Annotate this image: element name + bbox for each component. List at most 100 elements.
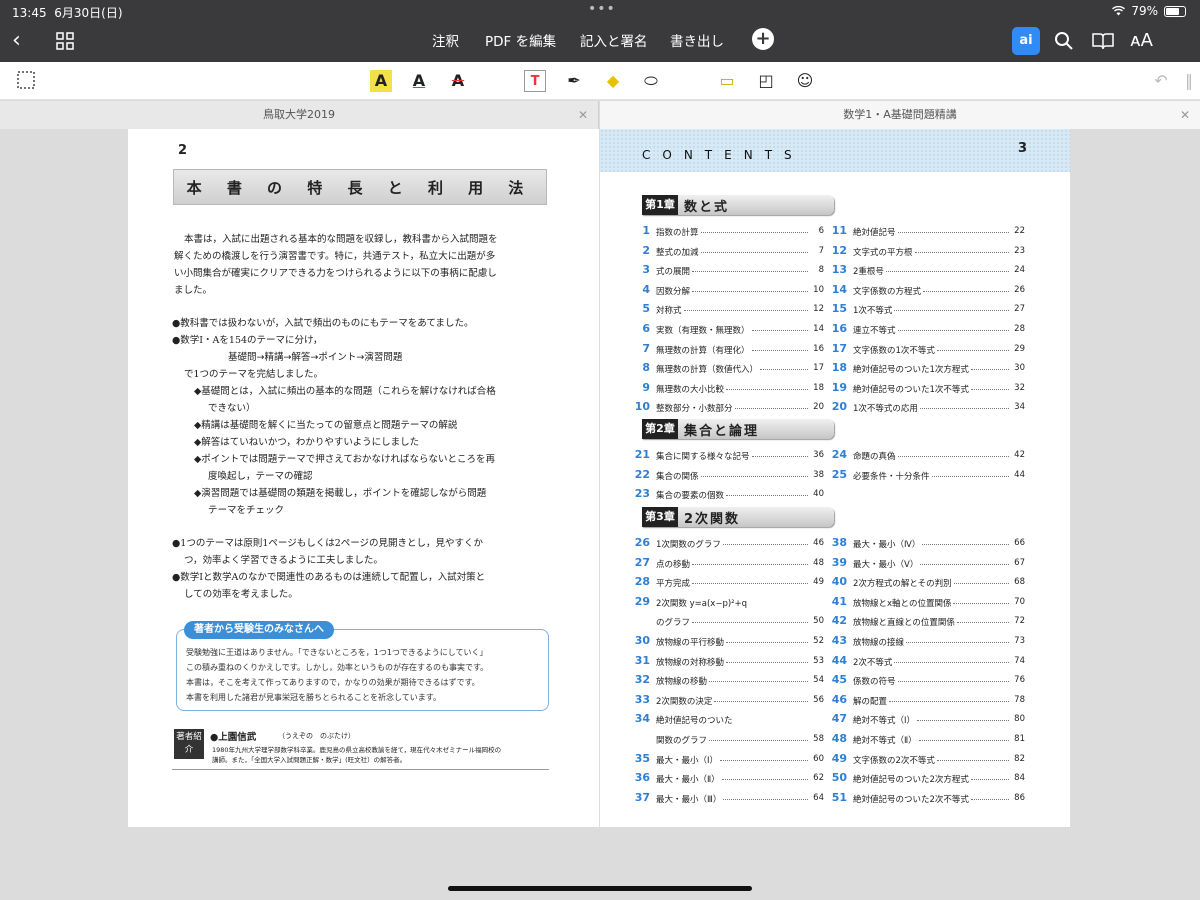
toc-entry[interactable]: 3 式の展開 8: [628, 263, 824, 280]
toc-entry[interactable]: 43 放物線の接線 73: [825, 634, 1025, 651]
add-plus-icon[interactable]: +: [752, 28, 774, 50]
highlighter-icon[interactable]: ◆: [602, 70, 624, 92]
shape-icon[interactable]: ◰: [755, 70, 777, 92]
toc-entry[interactable]: 27 点の移動 48: [628, 556, 824, 573]
annotate-tab[interactable]: 注釈: [432, 30, 459, 50]
toc-entry[interactable]: 35 最大・最小（Ⅰ） 60: [628, 752, 824, 769]
toc-title: 絶対不等式（Ⅰ）: [853, 716, 916, 727]
toc-entry[interactable]: 8 無理数の計算（数値代入） 17: [628, 361, 824, 378]
toc-entry[interactable]: 29 2次関数 y=a(x−p)²+q: [628, 595, 824, 612]
toc-entry[interactable]: 44 2次不等式 74: [825, 654, 1025, 671]
toc-entry[interactable]: 50 絶対値記号のついた2次方程式 84: [825, 771, 1025, 788]
toc-entry[interactable]: 10 整数部分・小数部分 20: [628, 400, 824, 417]
toc-entry[interactable]: 31 放物線の対称移動 53: [628, 654, 824, 671]
left-page[interactable]: 2 本 書 の 特 長 と 利 用 法 本書は，入試に出題される基本的な問題を収…: [128, 129, 599, 827]
toc-entry[interactable]: 22 集合の関係 38: [628, 468, 824, 485]
toc-entry[interactable]: 32 放物線の移動 54: [628, 673, 824, 690]
toolbar-handle-icon[interactable]: ‖: [1178, 70, 1200, 92]
toc-title: 文字係数の方程式: [853, 286, 922, 297]
back-chevron-icon[interactable]: ‹: [12, 30, 21, 52]
toc-entry[interactable]: 5 対称式 12: [628, 302, 824, 319]
toc-title: 絶対値記号のついた1次不等式: [853, 384, 969, 395]
toc-entry[interactable]: のグラフ 50: [628, 614, 824, 631]
undo-icon[interactable]: ↶: [1150, 70, 1172, 92]
toc-entry[interactable]: 6 実数（有理数・無理数） 14: [628, 322, 824, 339]
selection-marquee-icon[interactable]: [16, 70, 38, 92]
toc-entry[interactable]: 12 文字式の平方根 23: [825, 244, 1025, 261]
toc-entry[interactable]: 40 2次方程式の解とその判別 68: [825, 575, 1025, 592]
toc-entry[interactable]: 47 絶対不等式（Ⅰ） 80: [825, 712, 1025, 729]
pen-icon[interactable]: ✒: [563, 70, 585, 92]
search-icon[interactable]: [1054, 31, 1074, 51]
toc-entry[interactable]: 46 解の配置 78: [825, 693, 1025, 710]
toc-leader: [692, 563, 808, 565]
toc-entry[interactable]: 51 絶対値記号のついた2次不等式 86: [825, 791, 1025, 808]
toc-entry[interactable]: 45 係数の符号 76: [825, 673, 1025, 690]
toc-entry[interactable]: 16 連立不等式 28: [825, 322, 1025, 339]
close-tab-left-icon[interactable]: ✕: [578, 101, 588, 129]
toc-entry[interactable]: 11 絶対値記号 22: [825, 224, 1025, 241]
book-icon[interactable]: [1092, 32, 1114, 50]
comment-icon[interactable]: ▭: [716, 70, 738, 92]
highlight-text-icon[interactable]: A: [370, 70, 392, 92]
toc-entry[interactable]: 4 因数分解 10: [628, 283, 824, 300]
toc-entry[interactable]: 20 1次不等式の応用 34: [825, 400, 1025, 417]
toc-entry[interactable]: 13 2重根号 24: [825, 263, 1025, 280]
toc-entry[interactable]: 26 1次関数のグラフ 46: [628, 536, 824, 553]
close-tab-right-icon[interactable]: ✕: [1180, 101, 1190, 129]
toc-entry[interactable]: 39 最大・最小（Ⅴ） 67: [825, 556, 1025, 573]
sticker-icon[interactable]: ☺: [794, 70, 816, 92]
eraser-icon[interactable]: ⬭: [640, 70, 662, 92]
toc-leader: [898, 681, 1009, 683]
toc-entry[interactable]: 7 無理数の計算（有理化） 16: [628, 342, 824, 359]
nav-bar: ‹ 注釈 PDF を編集 記入と署名 書き出し + ai ᴀA: [0, 22, 1200, 62]
toc-entry[interactable]: 23 集合の要素の個数 40: [628, 487, 824, 504]
toc-entry[interactable]: 36 最大・最小（Ⅱ） 62: [628, 771, 824, 788]
tab-right-document[interactable]: 数学1・A基礎問題精講 ✕: [600, 101, 1200, 129]
text-box-icon[interactable]: T: [524, 70, 546, 92]
toc-entry[interactable]: 15 1次不等式 27: [825, 302, 1025, 319]
toc-entry[interactable]: 17 文字係数の1次不等式 29: [825, 342, 1025, 359]
toc-entry[interactable]: 9 無理数の大小比較 18: [628, 381, 824, 398]
toc-entry[interactable]: 48 絶対不等式（Ⅱ） 81: [825, 732, 1025, 749]
author-badge: 著者紹介: [174, 729, 204, 759]
text-size-icon[interactable]: ᴀA: [1130, 31, 1153, 51]
grid-view-icon[interactable]: [56, 32, 74, 50]
toc-entry[interactable]: 38 最大・最小（Ⅳ） 66: [825, 536, 1025, 553]
toc-entry[interactable]: 25 必要条件・十分条件 44: [825, 468, 1025, 485]
toc-entry[interactable]: 19 絶対値記号のついた1次不等式 32: [825, 381, 1025, 398]
toc-entry[interactable]: 41 放物線とx軸との位置関係 70: [825, 595, 1025, 612]
toc-entry[interactable]: 49 文字係数の2次不等式 82: [825, 752, 1025, 769]
ai-assistant-button[interactable]: ai: [1012, 27, 1040, 55]
underline-text-icon[interactable]: A: [408, 70, 430, 92]
toc-entry[interactable]: 28 平方完成 49: [628, 575, 824, 592]
toc-entry[interactable]: 21 集合に関する様々な記号 36: [628, 448, 824, 465]
document-tabs: 鳥取大学2019 ✕ 数学1・A基礎問題精講 ✕: [0, 101, 1200, 129]
right-page[interactable]: CONTENTS 3 第1章 数と式 第2章 集合と論理 第3章 2次関数 1 指数の計…: [600, 129, 1070, 827]
strikethrough-text-icon[interactable]: A: [447, 70, 469, 92]
toc-page: 29: [1014, 343, 1025, 354]
toc-entry[interactable]: 34 絶対値記号のついた: [628, 712, 824, 729]
toc-entry[interactable]: 1 指数の計算 6: [628, 224, 824, 241]
toc-entry[interactable]: 14 文字係数の方程式 26: [825, 283, 1025, 300]
toc-number: 11: [831, 224, 847, 237]
tab-left-document[interactable]: 鳥取大学2019 ✕: [0, 101, 599, 129]
toc-entry[interactable]: 42 放物線と直線との位置関係 72: [825, 614, 1025, 631]
toc-entry[interactable]: 30 放物線の平行移動 52: [628, 634, 824, 651]
toc-entry[interactable]: 関数のグラフ 58: [628, 732, 824, 749]
toc-number: 46: [831, 692, 847, 706]
toc-entry[interactable]: 33 2次関数の決定 56: [628, 693, 824, 710]
toc-entry[interactable]: 2 整式の加減 7: [628, 244, 824, 261]
toc-entry[interactable]: 24 命題の真偽 42: [825, 448, 1025, 465]
toc-entry[interactable]: 18 絶対値記号のついた1次方程式 30: [825, 361, 1025, 378]
export-tab[interactable]: 書き出し: [670, 30, 724, 50]
toc-page: 48: [813, 557, 824, 568]
multitask-dots-icon[interactable]: •••: [588, 1, 616, 17]
home-indicator[interactable]: [448, 886, 752, 891]
fill-sign-tab[interactable]: 記入と署名: [580, 30, 648, 50]
toc-leader: [971, 798, 1009, 800]
edit-pdf-tab[interactable]: PDF を編集: [485, 30, 556, 50]
toc-leader: [898, 456, 1009, 457]
toc-entry[interactable]: 37 最大・最小（Ⅲ） 64: [628, 791, 824, 808]
toc-number: 20: [831, 400, 847, 414]
